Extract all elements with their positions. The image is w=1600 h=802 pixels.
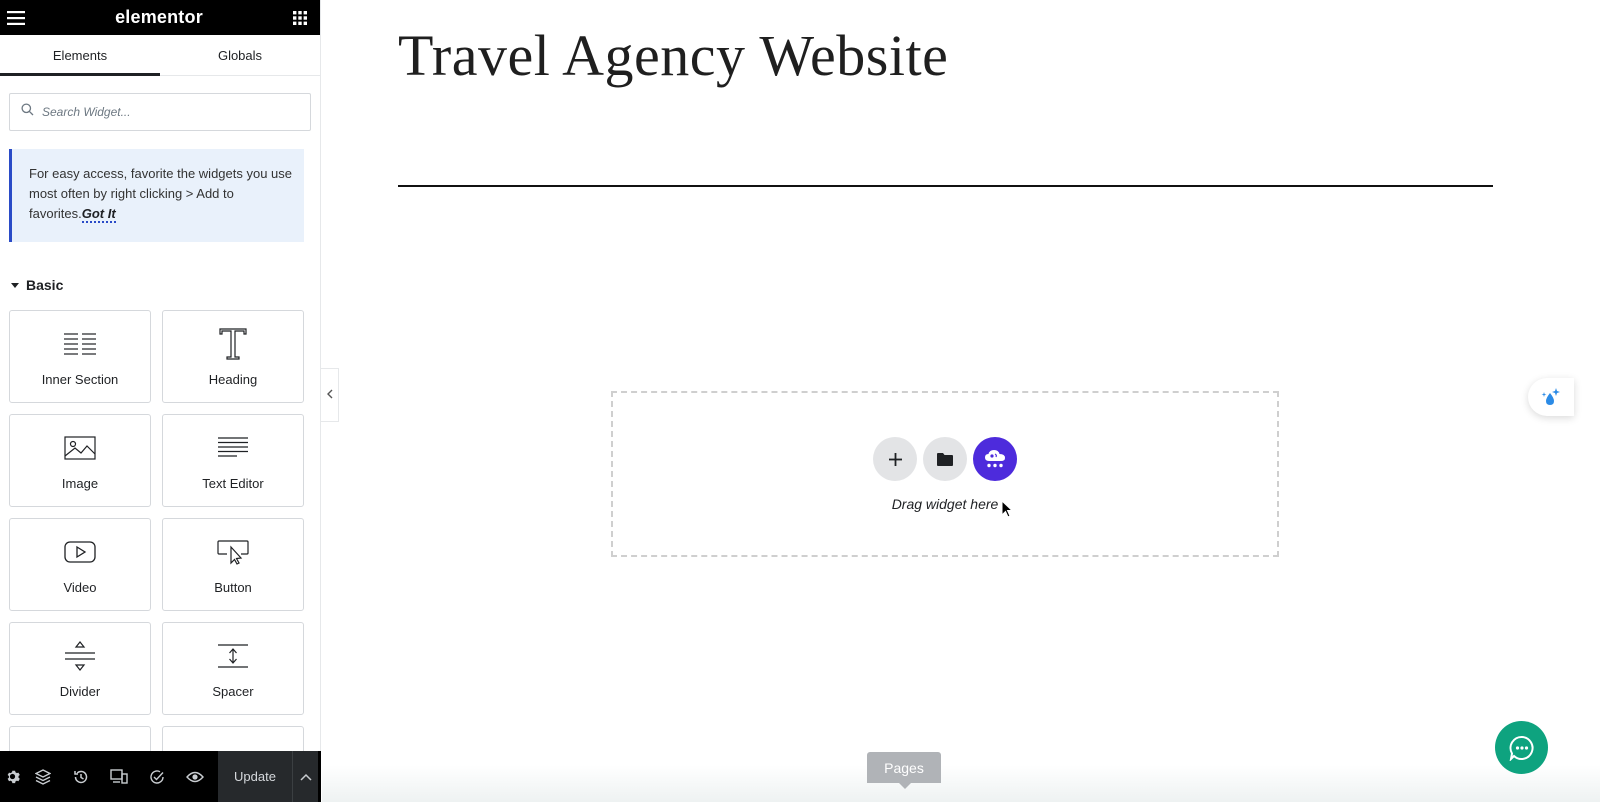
widget-divider[interactable]: Divider (9, 622, 151, 715)
widget-label: Text Editor (202, 475, 264, 491)
ai-drop-sparkle-icon (1541, 388, 1560, 405)
hamburger-icon[interactable] (7, 10, 25, 25)
widget-label: Inner Section (41, 371, 119, 387)
ai-cloud-icon (985, 450, 1005, 468)
image-icon (64, 431, 96, 465)
settings-icon[interactable] (0, 751, 24, 802)
chevron-up-icon (299, 773, 312, 781)
divider-icon (64, 639, 96, 673)
publish-options-button[interactable] (292, 751, 318, 802)
widget-grid: Inner Section Heading Image Text Editor … (9, 310, 320, 802)
panel-tabs: Elements Globals (0, 35, 320, 76)
heading-icon (218, 327, 248, 361)
pages-button[interactable]: Pages (867, 752, 941, 789)
widget-spacer[interactable]: Spacer (162, 622, 304, 715)
folder-icon (937, 452, 953, 466)
canvas-bottom-fade (322, 765, 1600, 802)
dropzone-buttons (873, 437, 1017, 481)
responsive-icon[interactable] (100, 751, 138, 802)
tab-elements[interactable]: Elements (0, 35, 160, 76)
chat-bubble-icon (1509, 735, 1534, 761)
widget-search (9, 93, 311, 131)
update-button[interactable]: Update (218, 751, 292, 802)
mouse-cursor-icon (1001, 499, 1014, 523)
widget-label: Image (61, 475, 99, 491)
search-input[interactable] (42, 105, 282, 119)
got-it-link[interactable]: Got It (81, 206, 116, 223)
category-basic[interactable]: Basic (11, 277, 320, 293)
checklist-icon[interactable] (138, 751, 176, 802)
widget-label: Spacer (212, 683, 254, 699)
add-section-dropzone[interactable]: Drag widget here (611, 391, 1279, 557)
chat-support-button[interactable] (1495, 721, 1548, 774)
ai-assistant-button[interactable] (1528, 378, 1574, 416)
category-label: Basic (26, 277, 64, 293)
dropzone-text: Drag widget here (891, 496, 999, 512)
add-section-button[interactable] (873, 437, 917, 481)
widget-label: Heading (208, 371, 258, 387)
widget-video[interactable]: Video (9, 518, 151, 611)
text-editor-icon (217, 431, 249, 465)
panel-footer: Update (0, 751, 321, 802)
tab-globals[interactable]: Globals (160, 35, 320, 75)
widget-button[interactable]: Button (162, 518, 304, 611)
page-title[interactable]: Travel Agency Website (398, 22, 948, 89)
caret-down-icon (11, 282, 19, 288)
apps-grid-icon[interactable] (292, 10, 307, 25)
elementor-panel: elementor Elements Globals For easy acce… (0, 0, 321, 802)
video-icon (64, 535, 96, 569)
panel-header: elementor (0, 0, 320, 35)
navigator-icon[interactable] (24, 751, 62, 802)
search-icon (21, 103, 34, 121)
spacer-icon (217, 639, 249, 673)
widget-text-editor[interactable]: Text Editor (162, 414, 304, 507)
widget-inner-section[interactable]: Inner Section (9, 310, 151, 403)
widget-heading[interactable]: Heading (162, 310, 304, 403)
widget-label: Video (63, 579, 97, 595)
elementor-logo: elementor (115, 7, 203, 27)
divider-line[interactable] (398, 185, 1493, 187)
columns-icon (63, 327, 97, 361)
collapse-panel-button[interactable] (321, 368, 339, 422)
plus-icon (888, 452, 902, 466)
chevron-left-icon (326, 386, 333, 404)
editor-canvas: Travel Agency Website Drag widget here P… (322, 0, 1600, 802)
favorites-notice: For easy access, favorite the widgets yo… (9, 149, 304, 242)
history-icon[interactable] (62, 751, 100, 802)
widget-label: Button (214, 579, 252, 595)
button-icon (217, 535, 249, 569)
add-template-button[interactable] (923, 437, 967, 481)
widget-image[interactable]: Image (9, 414, 151, 507)
preview-icon[interactable] (176, 751, 214, 802)
widget-label: Divider (59, 683, 101, 699)
notice-text: For easy access, favorite the widgets yo… (29, 166, 293, 221)
ai-builder-button[interactable] (973, 437, 1017, 481)
